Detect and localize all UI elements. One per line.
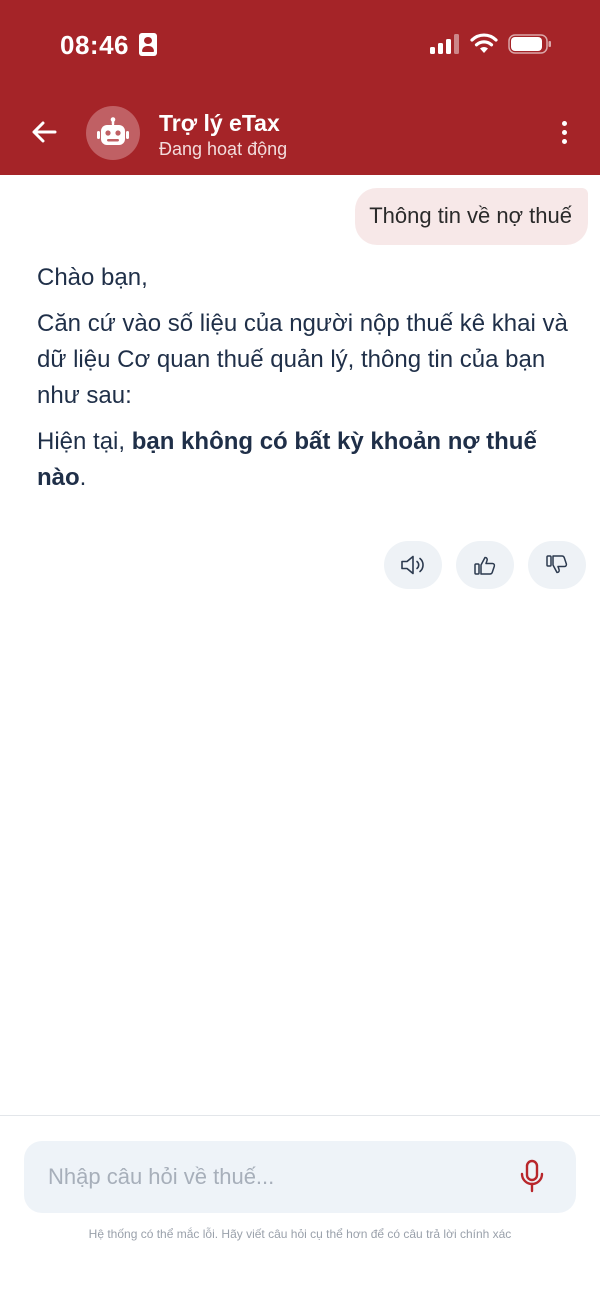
signal-icon (430, 34, 459, 54)
read-aloud-button[interactable] (384, 541, 442, 589)
bot-result: Hiện tại, bạn không có bất kỳ khoản nợ t… (37, 428, 537, 491)
disclaimer-text: Hệ thống có thể mắc lỗi. Hãy viết câu hỏ… (88, 1227, 512, 1241)
thumbs-down-icon (546, 555, 568, 574)
wifi-icon (470, 33, 498, 53)
user-message-bubble: Thông tin về nợ thuế (355, 188, 588, 245)
bot-title: Trợ lý eTax (159, 110, 280, 136)
bot-status: Đang hoạt động (159, 139, 288, 159)
id-badge-icon (139, 33, 157, 56)
composer (24, 1141, 576, 1213)
chat-screen: 08:46 Trợ lý eTax Đang hoạt động Thông t… (0, 0, 600, 1301)
like-button[interactable] (456, 541, 514, 589)
question-input[interactable] (48, 1141, 488, 1213)
back-button[interactable] (24, 112, 64, 152)
status-bar: 08:46 (0, 0, 600, 90)
speaker-icon (401, 555, 424, 575)
voice-input-button[interactable] (516, 1157, 548, 1197)
bot-intro: Căn cứ vào số liệu của người nộp thuế kê… (37, 310, 568, 409)
bot-greeting: Chào bạn, (37, 264, 148, 291)
header: 08:46 Trợ lý eTax Đang hoạt động (0, 0, 600, 175)
thumbs-up-icon (474, 556, 496, 575)
bot-message: Chào bạn, Căn cứ vào số liệu của người n… (37, 260, 572, 506)
app-bar: Trợ lý eTax Đang hoạt động (0, 90, 600, 175)
more-vertical-icon (561, 120, 567, 126)
dislike-button[interactable] (528, 541, 586, 589)
composer-divider (0, 1115, 600, 1116)
status-time: 08:46 (60, 30, 129, 60)
more-options-button[interactable] (548, 112, 580, 152)
microphone-icon (520, 1159, 544, 1193)
message-actions (384, 541, 586, 589)
battery-icon (508, 34, 551, 54)
robot-icon (97, 117, 129, 145)
arrow-left-icon (32, 121, 57, 143)
bot-avatar (86, 106, 140, 160)
